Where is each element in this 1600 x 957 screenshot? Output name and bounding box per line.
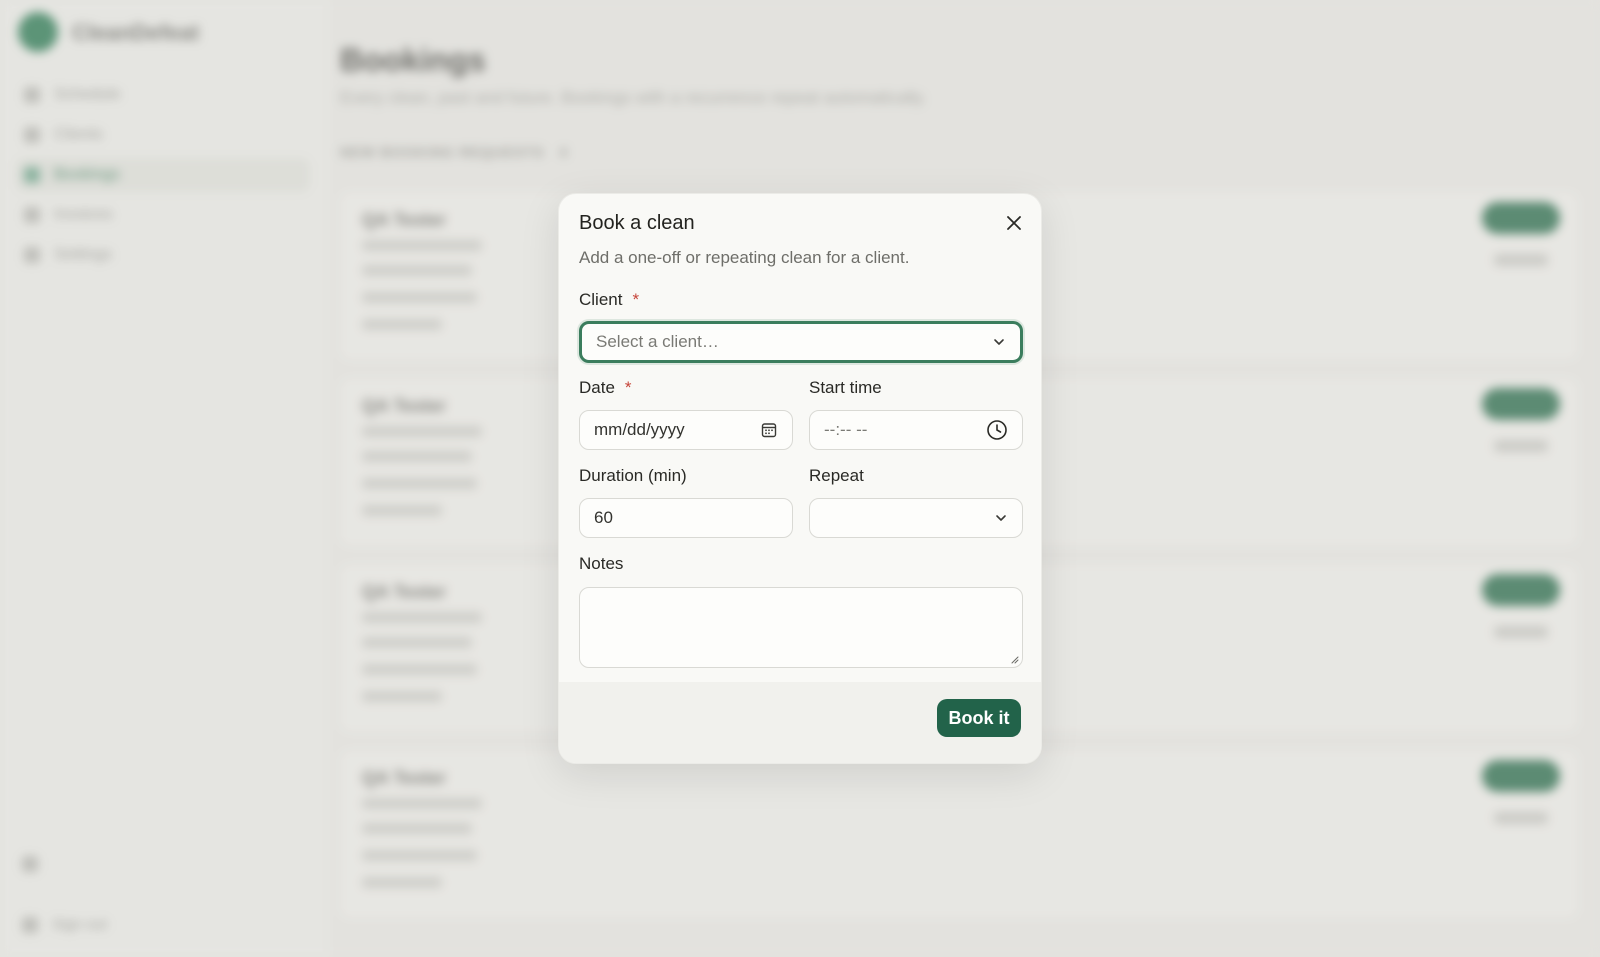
duration-label: Duration (min) bbox=[579, 466, 687, 485]
client-select[interactable]: Select a client… bbox=[579, 321, 1023, 363]
dialog-footer: Book it bbox=[559, 682, 1041, 763]
required-marker: * bbox=[632, 290, 640, 309]
close-button[interactable] bbox=[1001, 210, 1027, 236]
repeat-select[interactable] bbox=[809, 498, 1023, 538]
date-input[interactable]: mm/dd/yyyy bbox=[579, 410, 793, 450]
calendar-icon[interactable] bbox=[760, 421, 778, 439]
start-time-label: Start time bbox=[809, 378, 882, 397]
resize-handle-icon[interactable] bbox=[1009, 654, 1019, 664]
dialog-title: Book a clean bbox=[579, 212, 695, 234]
duration-input[interactable]: 60 bbox=[579, 498, 793, 538]
duration-value: 60 bbox=[594, 508, 613, 527]
book-it-button[interactable]: Book it bbox=[937, 699, 1021, 737]
close-icon bbox=[1007, 216, 1021, 230]
chevron-down-icon bbox=[994, 511, 1008, 525]
client-placeholder: Select a client… bbox=[596, 332, 719, 351]
required-marker: * bbox=[624, 378, 632, 397]
notes-textarea[interactable] bbox=[579, 587, 1023, 668]
start-time-input[interactable]: --:-- -- bbox=[809, 410, 1023, 450]
start-time-placeholder: --:-- -- bbox=[824, 420, 868, 439]
clock-icon[interactable] bbox=[986, 419, 1008, 441]
chevron-down-icon bbox=[992, 335, 1006, 349]
client-label-text: Client bbox=[579, 290, 623, 309]
date-placeholder: mm/dd/yyyy bbox=[594, 420, 685, 439]
book-clean-dialog: Book a clean Add a one-off or repeating … bbox=[558, 193, 1042, 764]
notes-label: Notes bbox=[579, 554, 624, 573]
date-label: Date * bbox=[579, 378, 632, 398]
repeat-label: Repeat bbox=[809, 466, 864, 485]
dialog-subtitle: Add a one-off or repeating clean for a c… bbox=[579, 248, 910, 267]
date-label-text: Date bbox=[579, 378, 615, 397]
client-label: Client * bbox=[579, 290, 639, 310]
